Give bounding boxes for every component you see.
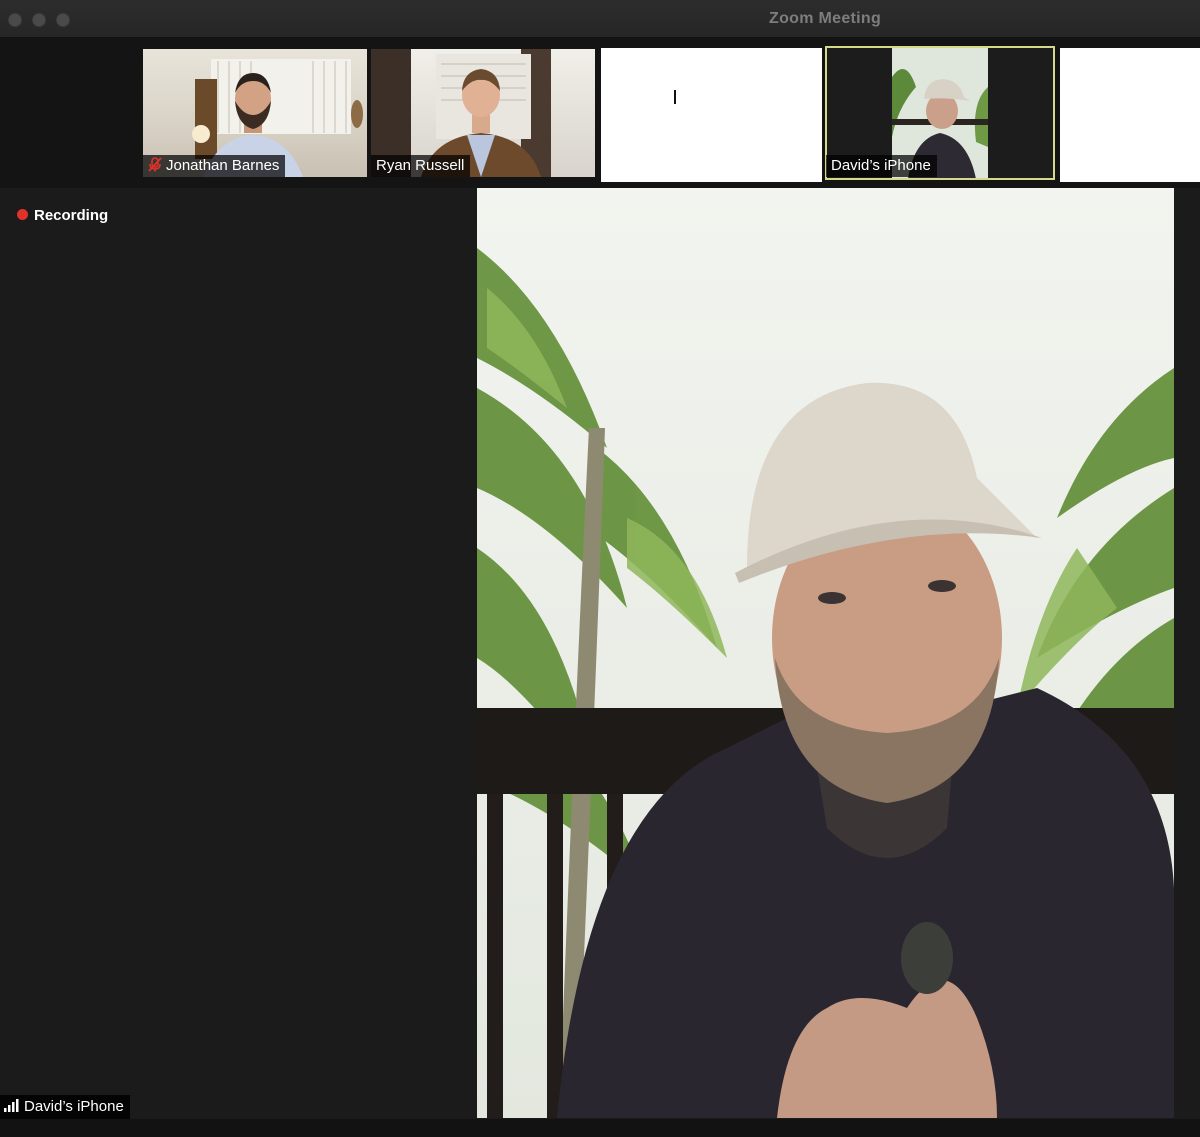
active-speaker-label: David’s iPhone — [0, 1095, 130, 1119]
participant-tile-davids-iphone[interactable]: David’s iPhone — [825, 46, 1055, 180]
right-gutter — [1174, 188, 1200, 1118]
participant-tile-ryan-russell[interactable]: Ryan Russell — [371, 49, 595, 177]
recording-indicator[interactable]: Recording — [17, 207, 108, 224]
participant-tile-partial[interactable] — [1060, 48, 1200, 182]
participant-tile-jonathan-barnes[interactable]: Jonathan Barnes — [143, 49, 367, 177]
participant-name: Jonathan Barnes — [143, 155, 286, 177]
speaker-video-frame — [477, 188, 1174, 1118]
title-bar: Zoom Meeting — [0, 0, 1200, 38]
bottom-toolbar-edge — [0, 1119, 1200, 1137]
active-speaker-video — [477, 188, 1174, 1118]
close-window-button[interactable] — [8, 13, 22, 27]
text-cursor — [674, 90, 676, 104]
zoom-window-button[interactable] — [56, 13, 70, 27]
participant-name: Ryan Russell — [371, 155, 471, 177]
participant-strip: Jonathan Barnes Ryan Russell David’s iPh… — [0, 38, 1200, 188]
recording-dot-icon — [17, 209, 28, 220]
zoom-window: Zoom Meeting Jonathan Barnes Ryan Russel… — [0, 0, 1200, 1137]
participant-tile-blank[interactable] — [601, 48, 822, 182]
minimize-window-button[interactable] — [32, 13, 46, 27]
participant-name: David’s iPhone — [826, 155, 937, 177]
microphone-muted-icon — [148, 157, 162, 172]
signal-strength-icon — [4, 1099, 19, 1112]
